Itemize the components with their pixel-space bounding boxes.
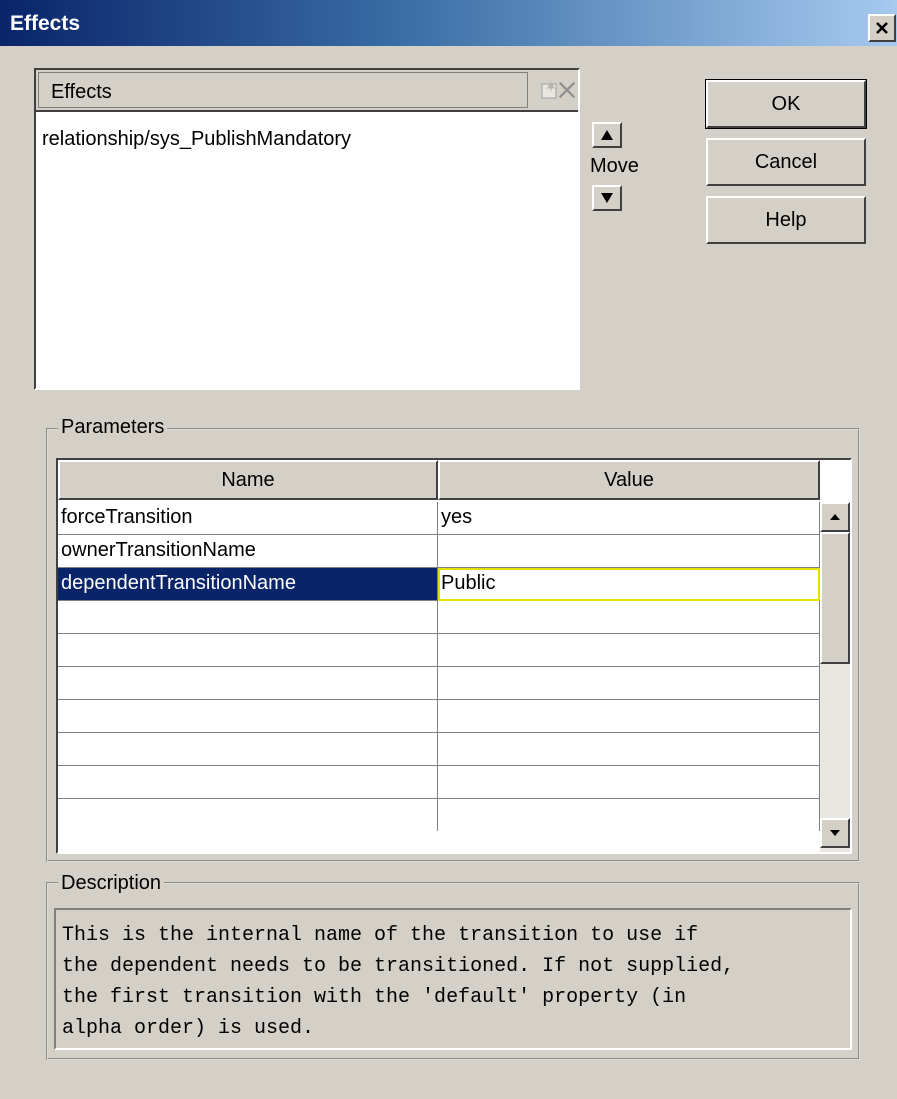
table-row[interactable]: [58, 634, 820, 667]
row-value-cell[interactable]: [438, 667, 820, 700]
table-row[interactable]: [58, 799, 820, 831]
title-bar: [0, 0, 897, 46]
description-text: This is the internal name of the transit…: [54, 908, 852, 1050]
row-name-cell[interactable]: forceTransition: [58, 502, 439, 535]
table-row[interactable]: ownerTransitionName: [58, 535, 820, 568]
effects-list[interactable]: Effects relationship/sys_PublishMandator…: [34, 68, 580, 390]
parameters-group-title: Parameters: [58, 416, 168, 439]
scroll-thumb[interactable]: [820, 532, 850, 664]
scroll-up-button[interactable]: [820, 502, 850, 532]
ok-button[interactable]: OK: [705, 79, 867, 129]
row-name-cell[interactable]: [58, 667, 439, 700]
row-name-cell[interactable]: [58, 766, 439, 799]
row-name-cell[interactable]: [58, 634, 439, 667]
close-x-icon: [876, 22, 888, 34]
close-button[interactable]: [868, 14, 896, 42]
row-value-cell[interactable]: [438, 535, 820, 568]
row-name-cell[interactable]: [58, 733, 439, 766]
row-name-cell[interactable]: [58, 799, 439, 831]
table-row[interactable]: [58, 667, 820, 700]
move-label: Move: [590, 155, 639, 177]
scroll-down-button[interactable]: [820, 818, 850, 848]
parameters-table[interactable]: Name Value forceTransition yes ownerTran…: [56, 458, 852, 854]
table-scrollbar[interactable]: [820, 502, 850, 852]
column-header-name[interactable]: Name: [58, 460, 438, 500]
row-value-cell[interactable]: [438, 700, 820, 733]
effects-list-header: Effects: [36, 70, 578, 112]
row-name-cell[interactable]: [58, 601, 439, 634]
row-value-cell[interactable]: yes: [438, 502, 820, 535]
effects-header-label: Effects: [38, 72, 528, 108]
row-value-cell[interactable]: [438, 799, 820, 831]
help-button[interactable]: Help: [706, 196, 866, 244]
row-value-cell[interactable]: [438, 766, 820, 799]
scroll-up-arrow-icon: [830, 514, 840, 520]
table-row-selected[interactable]: dependentTransitionName Public: [58, 568, 820, 601]
row-value-cell[interactable]: [438, 601, 820, 634]
column-header-value[interactable]: Value: [438, 460, 820, 500]
row-name-cell[interactable]: ownerTransitionName: [58, 535, 439, 568]
table-row[interactable]: [58, 700, 820, 733]
row-value-cell-editing[interactable]: Public: [438, 568, 820, 601]
table-row[interactable]: [58, 733, 820, 766]
scroll-down-arrow-icon: [830, 830, 840, 836]
table-body: forceTransition yes ownerTransitionName …: [58, 502, 820, 831]
move-down-button[interactable]: [592, 185, 622, 211]
row-name-cell[interactable]: [58, 700, 439, 733]
row-value-cell[interactable]: [438, 733, 820, 766]
delete-x-icon: [558, 81, 576, 99]
effects-list-item[interactable]: relationship/sys_PublishMandatory: [42, 128, 351, 151]
description-group-title: Description: [58, 872, 165, 895]
table-row[interactable]: [58, 766, 820, 799]
row-value-cell[interactable]: [438, 634, 820, 667]
triangle-down-icon: [601, 193, 613, 203]
delete-button-area[interactable]: [558, 73, 578, 107]
table-row[interactable]: forceTransition yes: [58, 502, 820, 535]
cancel-button[interactable]: Cancel: [706, 138, 866, 186]
window-title: Effects: [10, 12, 81, 35]
table-row[interactable]: [58, 601, 820, 634]
row-name-cell[interactable]: dependentTransitionName: [58, 568, 439, 601]
triangle-up-icon: [601, 130, 613, 140]
move-up-button[interactable]: [592, 122, 622, 148]
